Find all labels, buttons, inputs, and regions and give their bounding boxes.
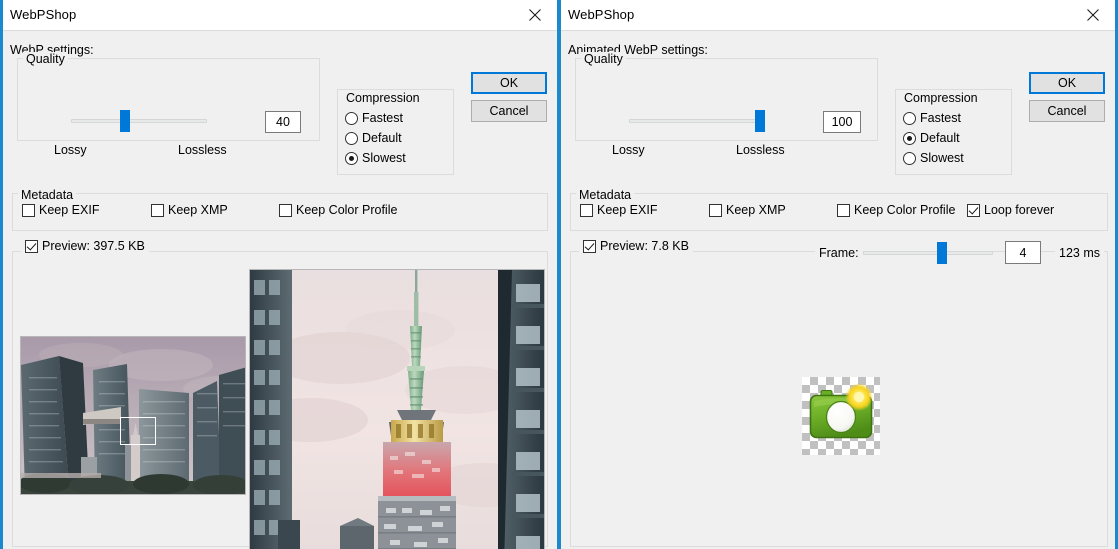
preview-thumbnail[interactable]: [20, 336, 246, 495]
metadata-group-label: Metadata: [18, 188, 77, 202]
ok-button-animated[interactable]: OK: [1029, 72, 1105, 94]
checkbox-keep-exif-indicator[interactable]: [22, 203, 35, 217]
radio-slowest-indicator[interactable]: [345, 151, 358, 165]
quality-min-label: Lossy: [54, 143, 87, 157]
cancel-button-animated[interactable]: Cancel: [1029, 100, 1105, 122]
radio-fastest-indicator[interactable]: [903, 111, 916, 125]
checkbox-loop-forever-indicator[interactable]: [967, 203, 980, 217]
quality-group-label-animated: Quality: [581, 52, 626, 66]
radio-default-indicator[interactable]: [903, 131, 916, 145]
checkbox-keep-xmp-animated[interactable]: Keep XMP: [709, 203, 786, 217]
frame-slider-track[interactable]: [863, 251, 993, 255]
radio-default-label: Default: [362, 131, 402, 145]
cancel-button[interactable]: Cancel: [471, 100, 547, 122]
screen: WebPShop WebP settings: Quality Lossy Lo…: [0, 0, 1118, 549]
quality-value-field-animated[interactable]: 100: [823, 111, 861, 133]
checkbox-keep-color-profile-label: Keep Color Profile: [296, 203, 398, 217]
title-bar-animated: WebPShop: [561, 0, 1115, 31]
radio-fastest-animated[interactable]: Fastest: [903, 111, 961, 125]
radio-slowest-label: Slowest: [920, 151, 964, 165]
checkbox-keep-exif-indicator[interactable]: [580, 203, 593, 217]
quality-slider-thumb-animated[interactable]: [755, 110, 765, 132]
checkbox-keep-color-profile-indicator[interactable]: [279, 203, 292, 217]
metadata-group-label-animated: Metadata: [576, 188, 635, 202]
checkbox-keep-color-profile-label: Keep Color Profile: [854, 203, 956, 217]
radio-default-label: Default: [920, 131, 960, 145]
checkbox-preview-label: Preview: 7.8 KB: [600, 239, 689, 253]
checkbox-keep-xmp-label: Keep XMP: [726, 203, 786, 217]
quality-min-label-animated: Lossy: [612, 143, 645, 157]
compression-group-label: Compression: [343, 91, 423, 105]
checkbox-loop-forever-label: Loop forever: [984, 203, 1055, 217]
close-icon[interactable]: [1071, 0, 1115, 30]
checkbox-keep-xmp-indicator[interactable]: [151, 203, 164, 217]
window-title-animated: WebPShop: [568, 7, 635, 22]
checkbox-loop-forever[interactable]: Loop forever: [967, 203, 1054, 217]
frame-slider[interactable]: [863, 242, 993, 264]
checkbox-preview-indicator[interactable]: [583, 239, 596, 253]
webpshop-dialog-window: WebPShop WebP settings: Quality Lossy Lo…: [0, 0, 558, 549]
compression-group-label-animated: Compression: [901, 91, 981, 105]
quality-max-label-animated: Lossless: [736, 143, 785, 157]
animated-preview-canvas[interactable]: [802, 377, 880, 455]
checkbox-preview-animated[interactable]: Preview: 7.8 KB: [579, 239, 693, 253]
title-bar: WebPShop: [3, 0, 557, 31]
quality-group-label: Quality: [23, 52, 68, 66]
checkbox-keep-exif-label: Keep EXIF: [597, 203, 658, 217]
quality-slider-track[interactable]: [71, 119, 207, 123]
checkbox-preview-indicator[interactable]: [25, 239, 38, 253]
quality-slider-thumb[interactable]: [120, 110, 130, 132]
checkbox-keep-xmp[interactable]: Keep XMP: [151, 203, 228, 217]
quality-value-field[interactable]: 40: [265, 111, 301, 133]
checkbox-preview-label: Preview: 397.5 KB: [42, 239, 145, 253]
quality-slider-animated[interactable]: [629, 110, 765, 132]
radio-default-animated[interactable]: Default: [903, 131, 960, 145]
close-icon[interactable]: [513, 0, 557, 30]
checkbox-keep-color-profile-indicator[interactable]: [837, 203, 850, 217]
quality-slider[interactable]: [71, 110, 207, 132]
checkbox-keep-exif[interactable]: Keep EXIF: [22, 203, 99, 217]
radio-default-indicator[interactable]: [345, 131, 358, 145]
quality-slider-track-animated[interactable]: [629, 119, 765, 123]
radio-slowest-indicator[interactable]: [903, 151, 916, 165]
dialog-body: WebP settings: Quality Lossy Lossless 40…: [3, 31, 557, 549]
radio-default[interactable]: Default: [345, 131, 402, 145]
checkbox-keep-xmp-label: Keep XMP: [168, 203, 228, 217]
frame-label: Frame:: [815, 246, 863, 260]
checkbox-keep-xmp-indicator[interactable]: [709, 203, 722, 217]
radio-fastest[interactable]: Fastest: [345, 111, 403, 125]
frame-value-field[interactable]: 4: [1005, 241, 1041, 264]
preview-detail[interactable]: [249, 269, 545, 549]
checkbox-preview[interactable]: Preview: 397.5 KB: [21, 239, 149, 253]
dialog-body-animated: Animated WebP settings: Quality Lossy Lo…: [561, 31, 1115, 549]
radio-slowest-label: Slowest: [362, 151, 406, 165]
ok-button[interactable]: OK: [471, 72, 547, 94]
radio-slowest[interactable]: Slowest: [345, 151, 406, 165]
radio-fastest-label: Fastest: [920, 111, 961, 125]
checkbox-keep-exif-label: Keep EXIF: [39, 203, 100, 217]
radio-slowest-animated[interactable]: Slowest: [903, 151, 964, 165]
quality-max-label: Lossless: [178, 143, 227, 157]
animated-webpshop-dialog-window: WebPShop Animated WebP settings: Quality…: [558, 0, 1118, 549]
radio-fastest-indicator[interactable]: [345, 111, 358, 125]
checkbox-keep-color-profile[interactable]: Keep Color Profile: [279, 203, 397, 217]
radio-fastest-label: Fastest: [362, 111, 403, 125]
frame-slider-thumb[interactable]: [937, 242, 947, 264]
frame-duration-label: 123 ms: [1055, 246, 1104, 260]
window-title: WebPShop: [10, 7, 77, 22]
checkbox-keep-exif-animated[interactable]: Keep EXIF: [580, 203, 657, 217]
checkbox-keep-color-profile-animated[interactable]: Keep Color Profile: [837, 203, 955, 217]
